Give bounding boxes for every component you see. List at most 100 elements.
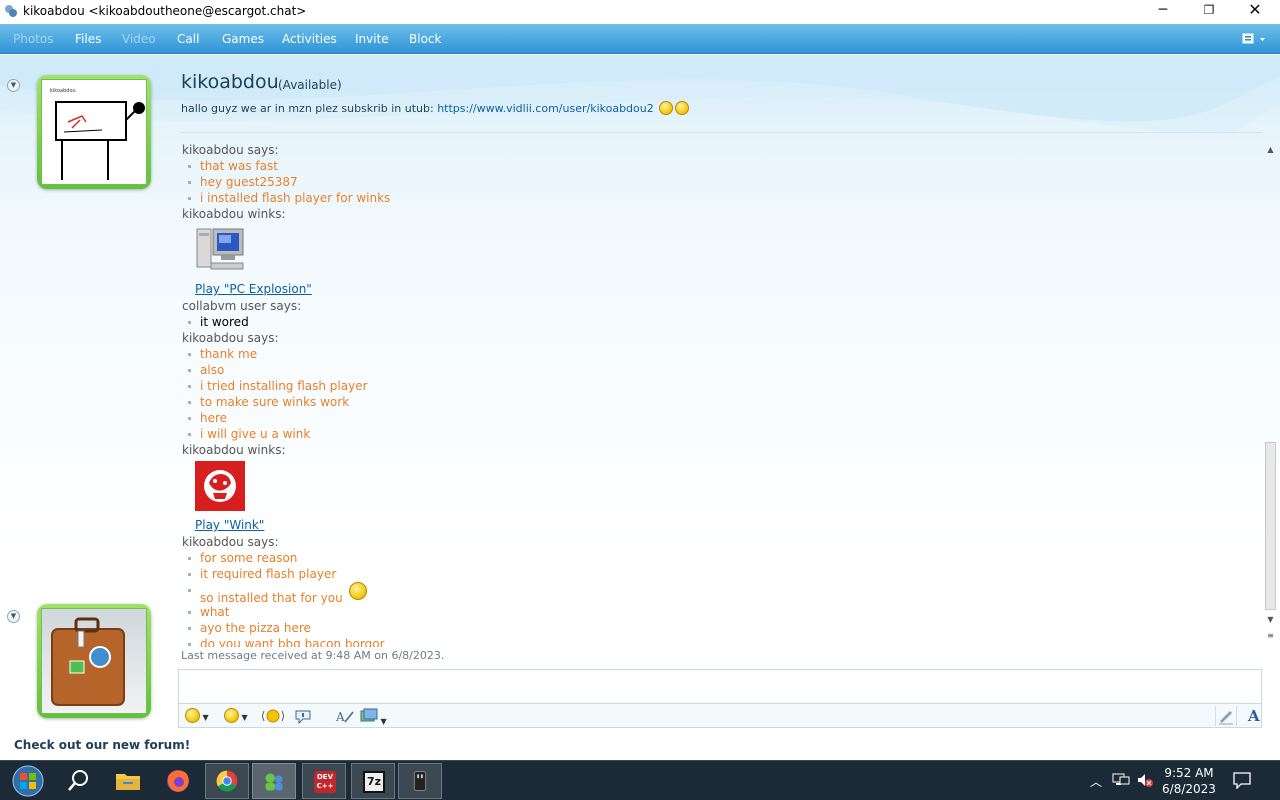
- red-wink-icon[interactable]: [195, 461, 245, 511]
- menu-block[interactable]: Block: [409, 32, 441, 46]
- play-wink-link[interactable]: Play "Wink": [182, 517, 1260, 534]
- menu-call[interactable]: Call: [177, 32, 199, 46]
- firefox-icon[interactable]: [156, 763, 200, 799]
- message-line: it required flash player: [182, 566, 1260, 582]
- message-line: i tried installing flash player: [182, 378, 1260, 394]
- contact-avatar-frame[interactable]: kikoabdou: [37, 75, 151, 189]
- conversation-history: kikoabdou says: that was fast hey guest2…: [182, 142, 1260, 647]
- wink-button[interactable]: ▼: [222, 708, 248, 724]
- nudge-button[interactable]: [261, 708, 285, 724]
- conversation-scrollbar[interactable]: ▲ ▼ ≡: [1263, 142, 1278, 650]
- tongue-emoticon-icon: [659, 101, 674, 115]
- message-line: also: [182, 362, 1260, 378]
- background-button[interactable]: ▼: [360, 708, 387, 726]
- svg-text:A: A: [335, 710, 345, 724]
- contact-status: (Available): [278, 78, 342, 92]
- scroll-up-icon[interactable]: ▲: [1266, 145, 1275, 154]
- personal-message-text: hallo guyz we ar in mzn plez subskrib in…: [181, 102, 438, 115]
- 7zip-button[interactable]: 7z: [351, 763, 395, 799]
- menu-photos[interactable]: Photos: [13, 32, 53, 46]
- voice-clip-button[interactable]: [294, 708, 312, 725]
- devcpp-button[interactable]: DEV C++: [302, 763, 346, 799]
- message-line: do you want bbq bacon borgor: [182, 636, 1260, 647]
- chrome-icon[interactable]: [205, 763, 249, 799]
- minimize-button[interactable]: ─: [1140, 0, 1186, 22]
- message-line: so installed that for you: [182, 582, 1260, 605]
- last-message-received: Last message received at 9:48 AM on 6/8/…: [181, 649, 445, 662]
- self-avatar-frame[interactable]: [37, 604, 151, 718]
- avatar-caption: kikoabdou: [50, 88, 76, 94]
- menu-bar: Photos Files Video Call Games Activities…: [0, 24, 1280, 54]
- volume-muted-icon[interactable]: [1136, 772, 1154, 788]
- voice-clip-icon: [295, 710, 311, 725]
- collapse-self-button[interactable]: ▼: [7, 610, 20, 623]
- contact-name: kikoabdou: [181, 71, 279, 93]
- message-text: so installed that for you: [200, 591, 343, 605]
- menu-files[interactable]: Files: [75, 32, 101, 46]
- window-title: kikoabdou <kikoabdoutheone@escargot.chat…: [23, 4, 307, 18]
- input-toolbar: ▼ ▼ A ▼ A: [178, 704, 1262, 728]
- suitcase-picture: [42, 609, 146, 713]
- message-line: that was fast: [182, 158, 1260, 174]
- conversation-window: ▼ kikoabdou kikoabdou (Available) hallo …: [0, 55, 1280, 760]
- usb-icon[interactable]: [398, 763, 442, 799]
- options-menu-icon[interactable]: [1240, 31, 1268, 47]
- message-line: i installed flash player for winks: [182, 190, 1260, 206]
- start-icon[interactable]: [6, 763, 50, 799]
- file-explorer-icon[interactable]: [106, 763, 150, 799]
- message-input[interactable]: [178, 669, 1262, 704]
- taskbar: DEV C++ 7z ︿ 9:52 AM 6/8/2023: [0, 760, 1280, 800]
- computer-wink-icon[interactable]: [195, 225, 245, 275]
- menu-invite[interactable]: Invite: [355, 32, 389, 46]
- clock-time: 9:52 AM: [1164, 766, 1214, 780]
- wink-icon: [224, 708, 239, 723]
- 7zip-icon: 7z: [363, 771, 385, 793]
- header-divider: [180, 132, 1262, 133]
- collapse-contact-button[interactable]: ▼: [7, 79, 20, 92]
- message-line: to make sure winks work: [182, 394, 1260, 410]
- sender-line: kikoabdou winks:: [182, 207, 286, 221]
- menu-activities[interactable]: Activities: [282, 32, 337, 46]
- pencil-icon: [1219, 711, 1233, 725]
- search-icon[interactable]: [56, 763, 100, 799]
- contact-avatar: kikoabdou: [41, 79, 147, 185]
- nudge-icon: [262, 709, 284, 723]
- message-line: here: [182, 410, 1260, 426]
- system-clock[interactable]: 9:52 AM 6/8/2023: [1160, 765, 1218, 797]
- handwriting-button[interactable]: A: [335, 708, 355, 724]
- dropdown-arrow-icon: ▼: [378, 717, 387, 726]
- scroll-thumb[interactable]: [1265, 442, 1276, 610]
- message-line: thank me: [182, 346, 1260, 362]
- background-icon: [360, 708, 378, 722]
- action-center-icon[interactable]: [1232, 771, 1252, 789]
- play-wink-link[interactable]: Play "PC Explosion": [182, 281, 1260, 298]
- show-hidden-icons-icon[interactable]: ︿: [1090, 773, 1102, 790]
- handwriting-icon: A: [335, 710, 354, 724]
- personal-message-link[interactable]: https://www.vidlii.com/user/kikoabdou2: [437, 102, 654, 115]
- menu-games[interactable]: Games: [222, 32, 264, 46]
- stick-figure-drawing: kikoabdou: [42, 80, 146, 184]
- message-line: ayo the pizza here: [182, 620, 1260, 636]
- dropdown-arrow-icon: ▼: [239, 713, 248, 722]
- clock-date: 6/8/2023: [1162, 782, 1216, 796]
- font-icon[interactable]: A: [1248, 707, 1260, 725]
- handwrite-mode-button[interactable]: [1215, 706, 1237, 726]
- sender-line: kikoabdou says:: [182, 143, 279, 157]
- message-line: hey guest25387: [182, 174, 1260, 190]
- emoticon-button[interactable]: ▼: [183, 708, 209, 724]
- network-icon[interactable]: [1112, 772, 1130, 788]
- maximize-button[interactable]: ❐: [1186, 0, 1232, 22]
- close-button[interactable]: ✕: [1232, 0, 1278, 22]
- sender-line: kikoabdou says:: [182, 535, 279, 549]
- forum-link[interactable]: Check out our new forum!: [14, 738, 190, 752]
- self-avatar: [41, 608, 147, 714]
- smile-emoticon-icon: [348, 582, 367, 600]
- wink-emoticon-icon: [675, 101, 690, 115]
- sender-line: kikoabdou says:: [182, 331, 279, 345]
- scroll-down-icon[interactable]: ▼: [1266, 615, 1275, 624]
- menu-video[interactable]: Video: [122, 32, 156, 46]
- messenger-icon[interactable]: [252, 763, 296, 799]
- personal-message: hallo guyz we ar in mzn plez subskrib in…: [181, 101, 690, 115]
- message-line: for some reason: [182, 550, 1260, 566]
- scroll-end-icon[interactable]: ≡: [1266, 631, 1275, 640]
